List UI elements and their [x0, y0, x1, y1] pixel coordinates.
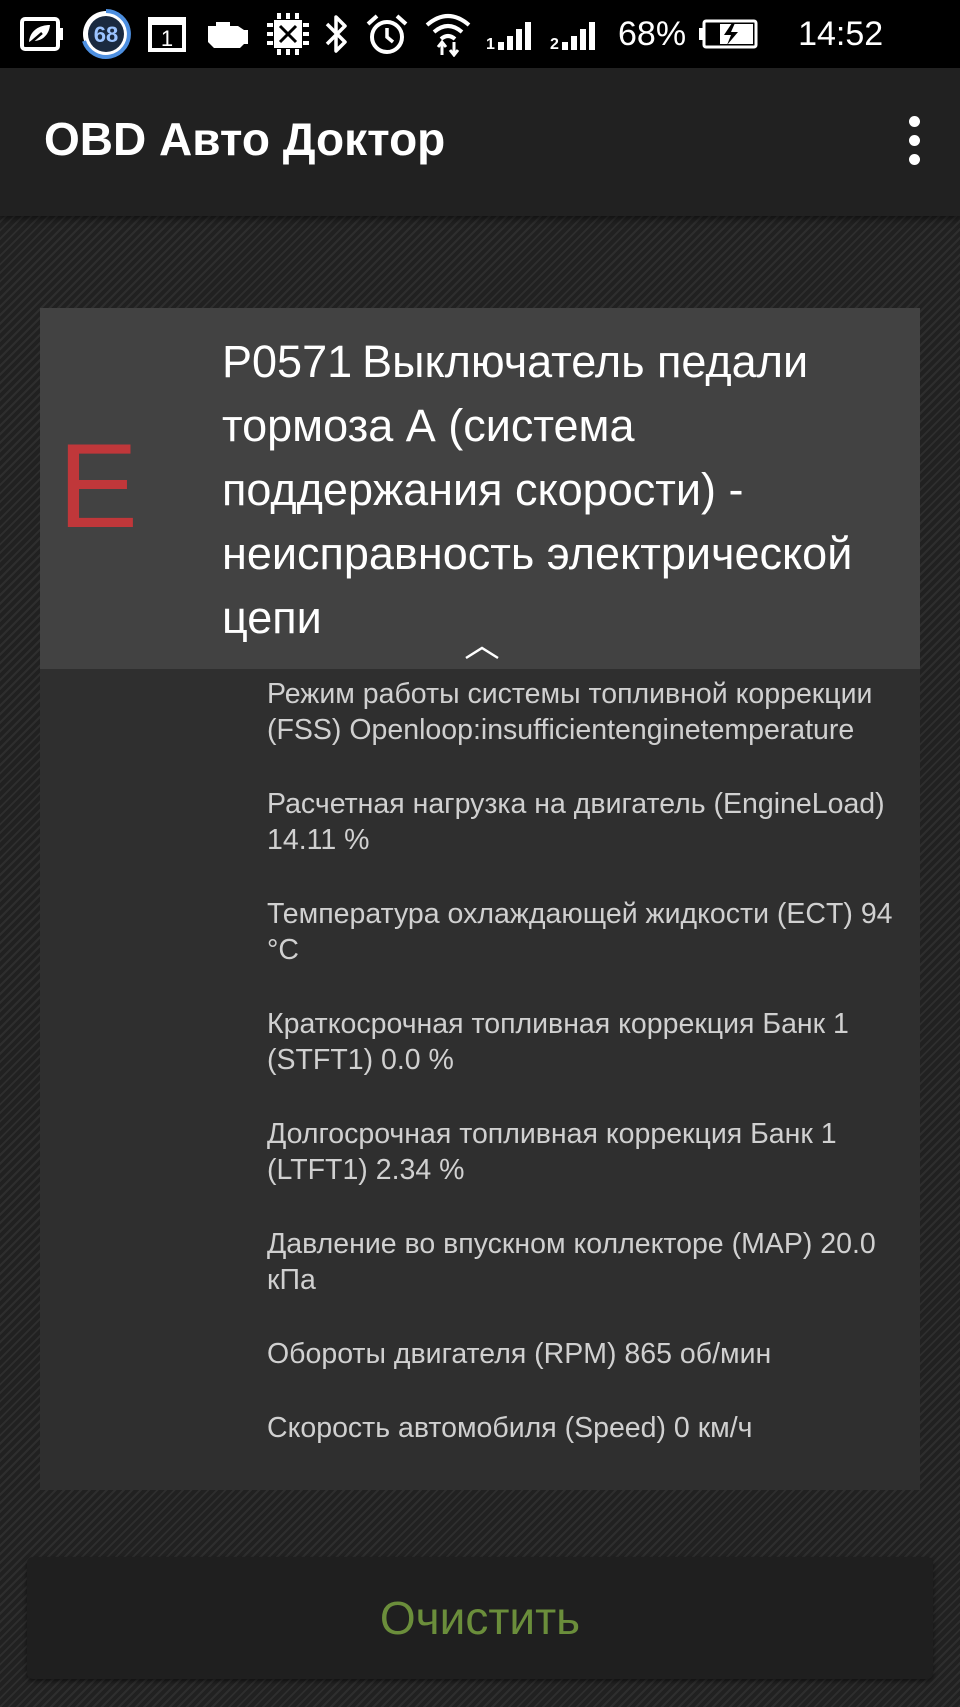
battery-charging-icon	[698, 8, 760, 60]
status-bar: 68 1 1 2 68% 14:52	[0, 0, 960, 68]
list-item: Долгосрочная топливная коррекция Банк 1 …	[267, 1118, 837, 1186]
list-item: Краткосрочная топливная коррекция Банк 1…	[267, 1008, 849, 1076]
fault-header[interactable]: E P0571 Выключатель педали тормоза А (сис…	[40, 308, 920, 669]
fault-code: P0571	[222, 336, 353, 387]
bluetooth-icon	[324, 8, 350, 60]
obd-chip-icon	[266, 8, 310, 60]
list-item: Давление во впускном коллекторе (MAP) 20…	[267, 1228, 876, 1296]
collapse-chevron-icon[interactable]	[462, 642, 502, 662]
alarm-icon	[364, 8, 410, 60]
svg-text:1: 1	[486, 36, 495, 52]
app-bar: OBD Авто Доктор	[0, 68, 960, 216]
badge-count: 68	[94, 22, 118, 47]
wifi-icon	[424, 8, 472, 60]
list-item: Скорость автомобиля (Speed) 0 км/ч	[267, 1412, 753, 1444]
signal-sim2-icon: 2	[550, 8, 604, 60]
calendar-day: 1	[161, 26, 173, 51]
signal-sim1-icon: 1	[486, 8, 536, 60]
list-item: Расчетная нагрузка на двигатель (EngineL…	[267, 788, 885, 856]
list-item: Температура охлаждающей жидкости (ECT) 9…	[267, 898, 893, 966]
parameter-list: Режим работы системы топливной коррекции…	[267, 676, 920, 1484]
eco-battery-icon	[20, 8, 66, 60]
car-engine-icon	[202, 8, 252, 60]
app-title: OBD Авто Доктор	[44, 113, 446, 165]
badge-68-icon: 68	[80, 8, 132, 60]
list-item: Режим работы системы топливной коррекции…	[267, 678, 873, 746]
svg-text:2: 2	[550, 36, 559, 52]
calendar-1-icon: 1	[146, 8, 188, 60]
fault-title: P0571 Выключатель педали тормоза А (систе…	[222, 330, 912, 650]
clear-button[interactable]: Очистить	[27, 1557, 933, 1679]
fault-type-letter: E	[58, 419, 139, 553]
fault-card: E P0571 Выключатель педали тормоза А (сис…	[40, 308, 920, 1490]
list-item: Обороты двигателя (RPM) 865 об/мин	[267, 1338, 772, 1370]
battery-percent: 68%	[618, 14, 687, 53]
overflow-menu-icon[interactable]	[894, 108, 934, 172]
clock: 14:52	[798, 14, 884, 53]
